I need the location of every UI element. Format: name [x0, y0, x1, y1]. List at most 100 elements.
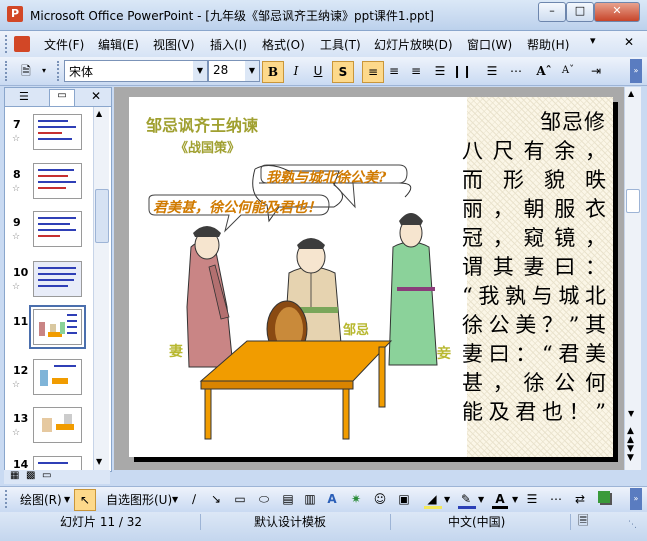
menu-bar: 文件(F) 编辑(E) 视图(V) 插入(I) 格式(O) 工具(T) 幻灯片放…: [0, 31, 647, 57]
chevron-down-icon[interactable]: ▼: [245, 61, 259, 81]
slide-thumbnail[interactable]: [33, 163, 82, 199]
chevron-down-icon[interactable]: ▼: [172, 495, 178, 504]
menu-view[interactable]: 视图(V): [153, 36, 195, 53]
align-right-icon[interactable]: ≡: [406, 61, 426, 81]
autoshapes-menu[interactable]: 自选图形(U): [106, 491, 172, 508]
shadow-icon[interactable]: S: [332, 61, 354, 83]
bullets-icon[interactable]: ⋯: [506, 61, 526, 81]
slide-thumbnail-selected[interactable]: [29, 305, 86, 349]
maximize-button[interactable]: □: [566, 2, 594, 22]
slide-title: 邹忌讽齐王纳谏: [146, 116, 259, 135]
menu-tools[interactable]: 工具(T): [320, 36, 361, 53]
diagram-icon[interactable]: ✷: [346, 489, 366, 509]
arrow-style-icon[interactable]: ⇄: [570, 489, 590, 509]
help-search-icon[interactable]: ▾: [590, 34, 602, 48]
fill-color-swatch: [424, 506, 442, 509]
shadow-style-icon[interactable]: [594, 489, 614, 509]
slides-scrollbar[interactable]: ▲ ▼: [93, 107, 109, 471]
numbering-icon[interactable]: ☰: [482, 61, 502, 81]
resize-grip-icon[interactable]: ⋱: [628, 520, 637, 530]
slide-thumbnail[interactable]: [33, 261, 82, 297]
design-template[interactable]: 默认设计模板: [254, 514, 326, 530]
chevron-down-icon[interactable]: ▼: [193, 61, 207, 81]
menu-grip[interactable]: [5, 35, 10, 53]
vertical-textbox-icon[interactable]: ▥: [300, 489, 320, 509]
picture-icon[interactable]: ▣: [394, 489, 414, 509]
slides-tab-icon[interactable]: ▭: [49, 89, 75, 106]
drawbar-overflow-icon[interactable]: »: [630, 488, 642, 510]
scroll-down-icon[interactable]: ▼: [628, 409, 634, 418]
scroll-down-icon[interactable]: ▼: [96, 457, 102, 466]
document-close-icon[interactable]: ✕: [624, 35, 634, 49]
previous-slide-icon[interactable]: ▲ ▲: [627, 427, 634, 445]
menu-format[interactable]: 格式(O): [262, 36, 305, 53]
chevron-down-icon[interactable]: ▼: [64, 495, 70, 504]
menu-help[interactable]: 帮助(H): [527, 36, 569, 53]
next-slide-icon[interactable]: ▼ ▼: [627, 445, 634, 463]
slide-thumbnail[interactable]: [33, 359, 82, 395]
font-color-swatch: [492, 506, 508, 509]
scroll-up-icon[interactable]: ▲: [96, 109, 102, 118]
line-tool-icon[interactable]: ∕: [184, 489, 204, 509]
toolbar-options-icon[interactable]: ▾: [34, 61, 54, 81]
slides-pane: ☰ ▭ ✕ 7 ☆ 8 ☆ 9 ☆ 10 ☆ 11 12 ☆ 13 ☆ 14 ▲…: [4, 87, 112, 472]
increase-font-icon[interactable]: Aˆ: [534, 61, 554, 81]
animation-star-icon: ☆: [12, 380, 21, 390]
main-scrollbar[interactable]: ▲ ▼ ▲ ▲ ▼ ▼: [624, 87, 641, 470]
chevron-down-icon[interactable]: ▼: [444, 495, 450, 504]
scroll-thumb[interactable]: [95, 189, 109, 243]
slide-thumbnail[interactable]: [33, 114, 82, 150]
oval-tool-icon[interactable]: ⬭: [254, 489, 274, 509]
pane-close-icon[interactable]: ✕: [91, 89, 101, 103]
vertical-text-icon[interactable]: ❙❙: [452, 61, 472, 81]
slide-thumbnail[interactable]: [33, 211, 82, 247]
slide-sorter-icon[interactable]: ▩: [26, 470, 35, 481]
scroll-thumb[interactable]: [626, 189, 640, 213]
slide-thumbnail[interactable]: [33, 407, 82, 443]
align-center-icon[interactable]: ≡: [384, 61, 404, 81]
menu-insert[interactable]: 插入(I): [210, 36, 247, 53]
slideshow-icon[interactable]: ▭: [42, 470, 51, 481]
dash-style-icon[interactable]: ⋯: [546, 489, 566, 509]
document-icon[interactable]: [14, 36, 30, 52]
slide-body-text[interactable]: 邹忌修 八尺有余， 而形貌昳 丽，朝服衣 冠，窥镜， 谓其妻曰： “我孰与城北 …: [462, 108, 606, 424]
animation-star-icon: ☆: [12, 134, 21, 144]
clipart-icon[interactable]: ☺: [370, 489, 390, 509]
thumbnail-number: 8: [13, 168, 21, 181]
chevron-down-icon[interactable]: ▼: [478, 495, 484, 504]
font-select[interactable]: 宋体 ▼: [64, 60, 208, 82]
line-color-swatch: [458, 506, 476, 509]
arrow-tool-icon[interactable]: ↘: [206, 489, 226, 509]
align-left-icon[interactable]: ≡: [362, 61, 384, 83]
close-button[interactable]: ✕: [594, 2, 640, 22]
bold-icon[interactable]: B: [262, 61, 284, 83]
menu-file[interactable]: 文件(F): [44, 36, 84, 53]
menu-window[interactable]: 窗口(W): [467, 36, 512, 53]
minimize-button[interactable]: –: [538, 2, 566, 22]
underline-icon[interactable]: U: [308, 61, 328, 81]
distribute-icon[interactable]: ☰: [430, 61, 450, 81]
italic-icon[interactable]: I: [286, 61, 306, 81]
toolbar-overflow-icon[interactable]: »: [630, 59, 642, 83]
menu-slideshow[interactable]: 幻灯片放映(D): [374, 36, 453, 53]
scroll-up-icon[interactable]: ▲: [628, 89, 634, 98]
select-pointer-icon[interactable]: ↖: [74, 489, 96, 511]
outline-tab-icon[interactable]: ☰: [19, 90, 29, 103]
textbox-tool-icon[interactable]: ▤: [278, 489, 298, 509]
window-title: Microsoft Office PowerPoint - [九年级《邹忌讽齐王…: [30, 9, 434, 23]
rectangle-tool-icon[interactable]: ▭: [230, 489, 250, 509]
menu-edit[interactable]: 编辑(E): [98, 36, 139, 53]
font-size-select[interactable]: 28 ▼: [208, 60, 260, 82]
thumbnail-number: 10: [13, 266, 29, 279]
indent-icon[interactable]: ⇥: [586, 61, 606, 81]
normal-view-icon[interactable]: ▦: [10, 470, 19, 481]
decrease-font-icon[interactable]: Aˇ: [558, 61, 578, 81]
toolbar-grip[interactable]: [5, 61, 10, 81]
animation-star-icon: ☆: [12, 282, 21, 292]
line-style-icon[interactable]: ☰: [522, 489, 542, 509]
draw-menu[interactable]: 绘图(R): [20, 491, 62, 508]
chevron-down-icon[interactable]: ▼: [512, 495, 518, 504]
new-document-icon[interactable]: 🗎: [16, 61, 36, 81]
wordart-icon[interactable]: A: [322, 489, 342, 509]
spelling-icon[interactable]: 🗏: [578, 514, 588, 530]
